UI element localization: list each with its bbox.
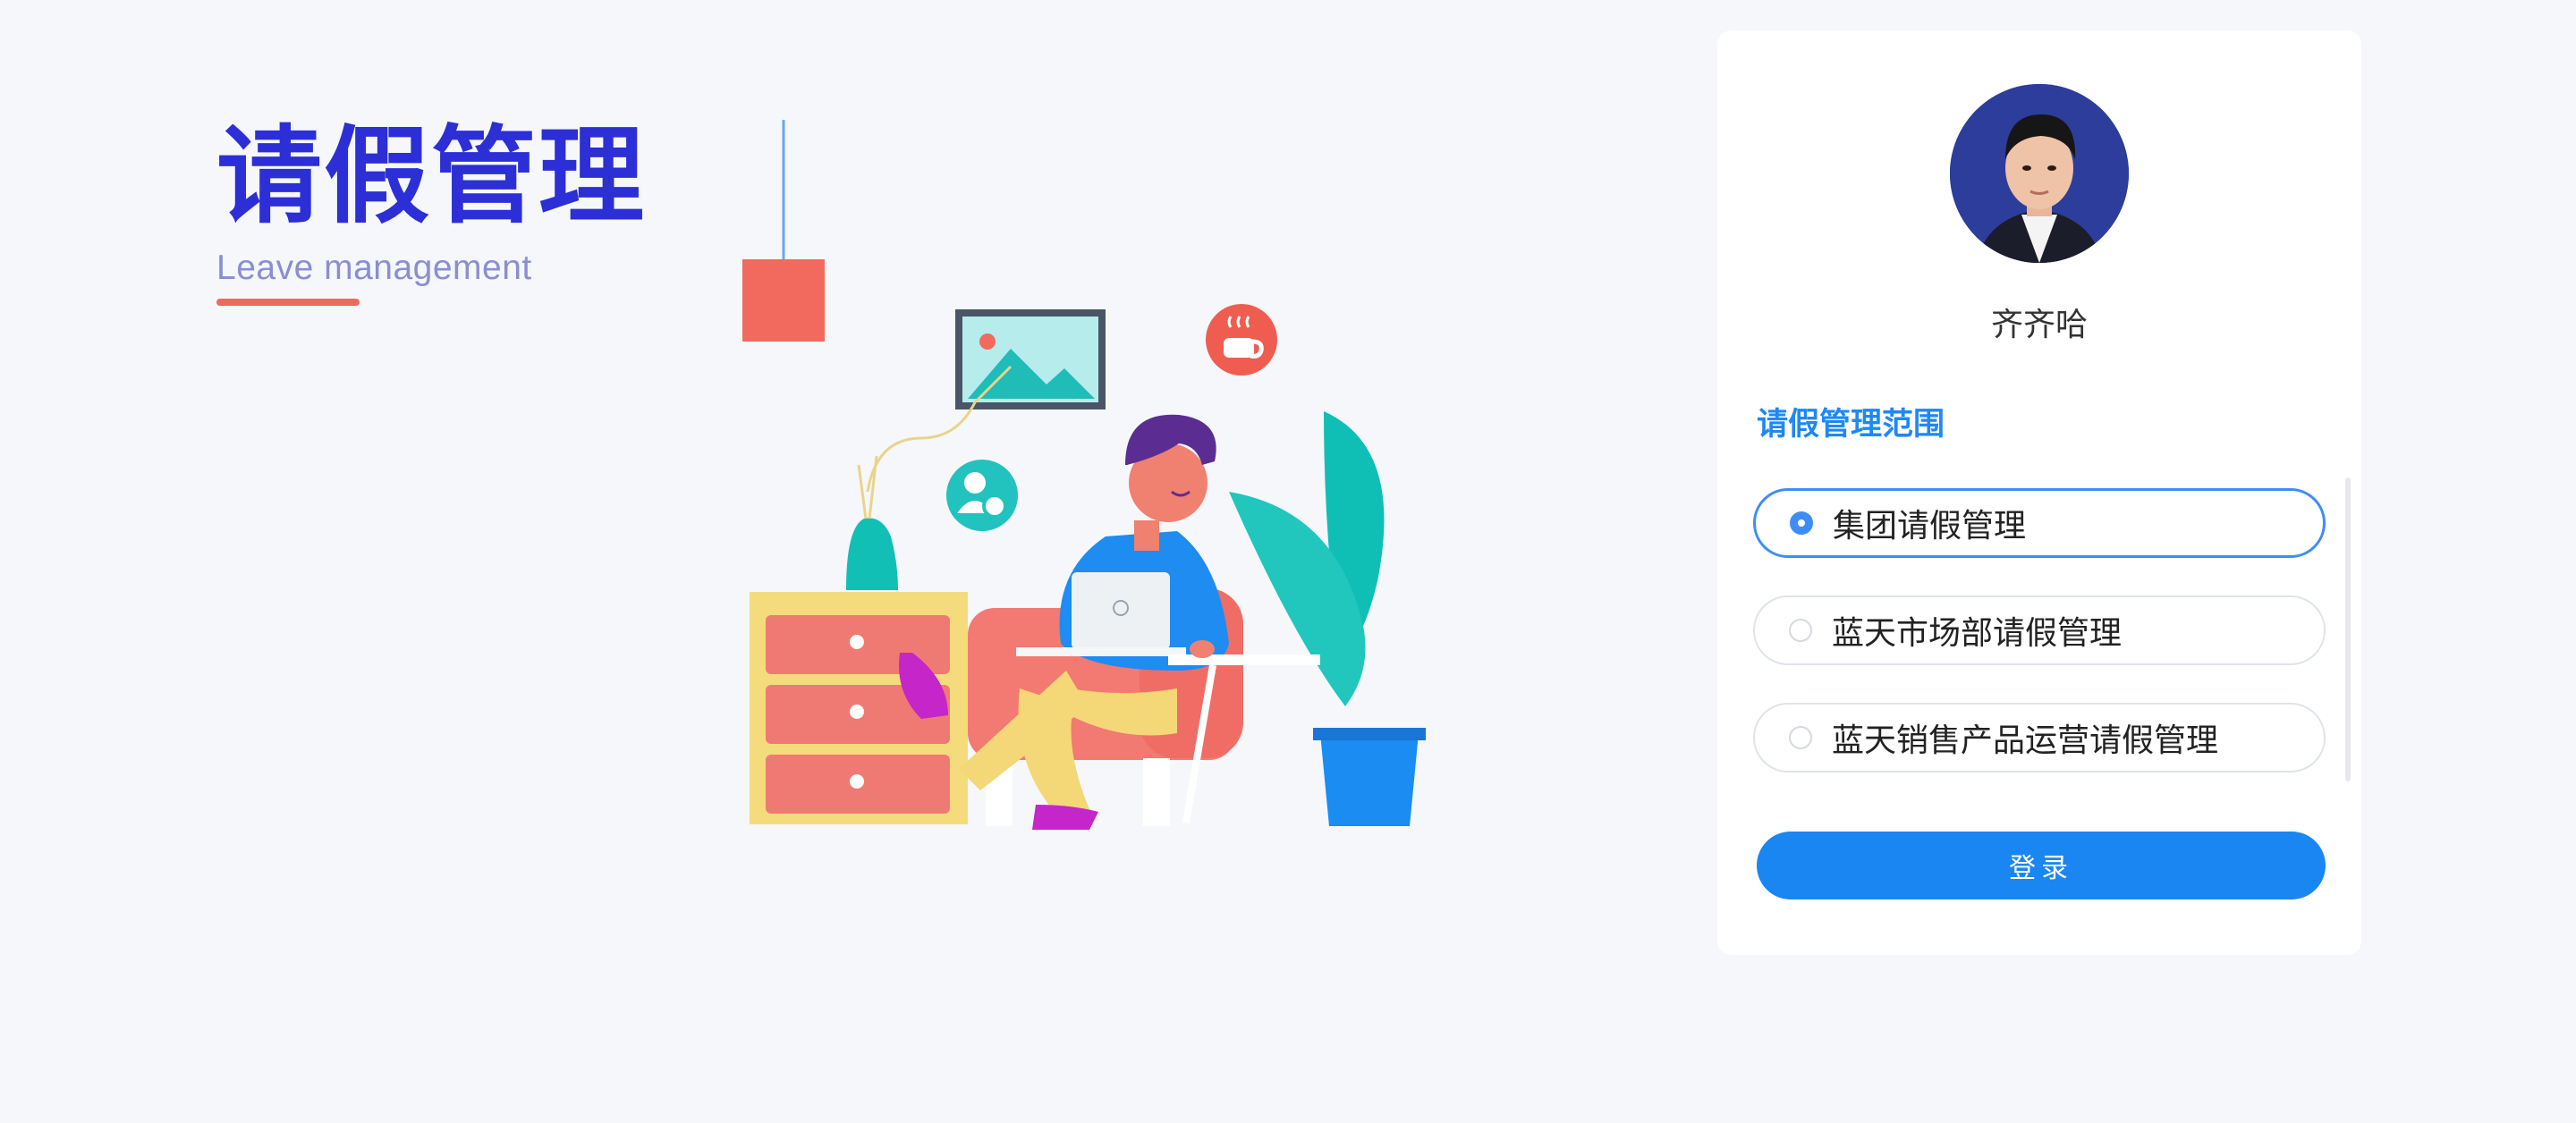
avatar <box>1950 84 2129 263</box>
radio-checked-icon[interactable] <box>1790 511 1813 535</box>
scope-option-group[interactable]: 集团请假管理 <box>1753 488 2326 558</box>
radio-unchecked-icon[interactable] <box>1789 619 1812 642</box>
title-underline <box>216 299 360 306</box>
options-scrollbar[interactable] <box>2345 477 2351 781</box>
login-button[interactable]: 登录 <box>1757 832 2326 899</box>
page-subtitle: Leave management <box>216 249 532 287</box>
page-title: 请假管理 <box>216 114 647 238</box>
scope-option-sales-ops[interactable]: 蓝天销售产品运营请假管理 <box>1753 703 2326 773</box>
scope-option-label: 蓝天市场部请假管理 <box>1832 615 2123 652</box>
brand-block: 请假管理 Leave management <box>216 123 646 306</box>
work-from-home-illustration <box>742 120 1426 830</box>
user-name: 齐齐哈 <box>1990 307 2088 343</box>
scope-options: 集团请假管理 蓝天市场部请假管理 蓝天销售产品运营请假管理 <box>1753 488 2326 810</box>
picture-frame-icon <box>955 309 1106 410</box>
user-clock-icon <box>946 460 1018 531</box>
user-portrait-icon <box>1950 84 2129 263</box>
login-card: 齐齐哈 请假管理范围 集团请假管理 蓝天市场部请假管理 蓝天销售产品运营请假管理… <box>1717 30 2361 955</box>
coffee-icon <box>1206 304 1277 376</box>
radio-unchecked-icon[interactable] <box>1789 726 1812 749</box>
scope-title: 请假管理范围 <box>1757 407 1945 443</box>
scope-option-label: 蓝天销售产品运营请假管理 <box>1832 722 2219 759</box>
scope-option-label: 集团请假管理 <box>1833 508 2027 545</box>
scope-option-marketing[interactable]: 蓝天市场部请假管理 <box>1753 595 2326 665</box>
